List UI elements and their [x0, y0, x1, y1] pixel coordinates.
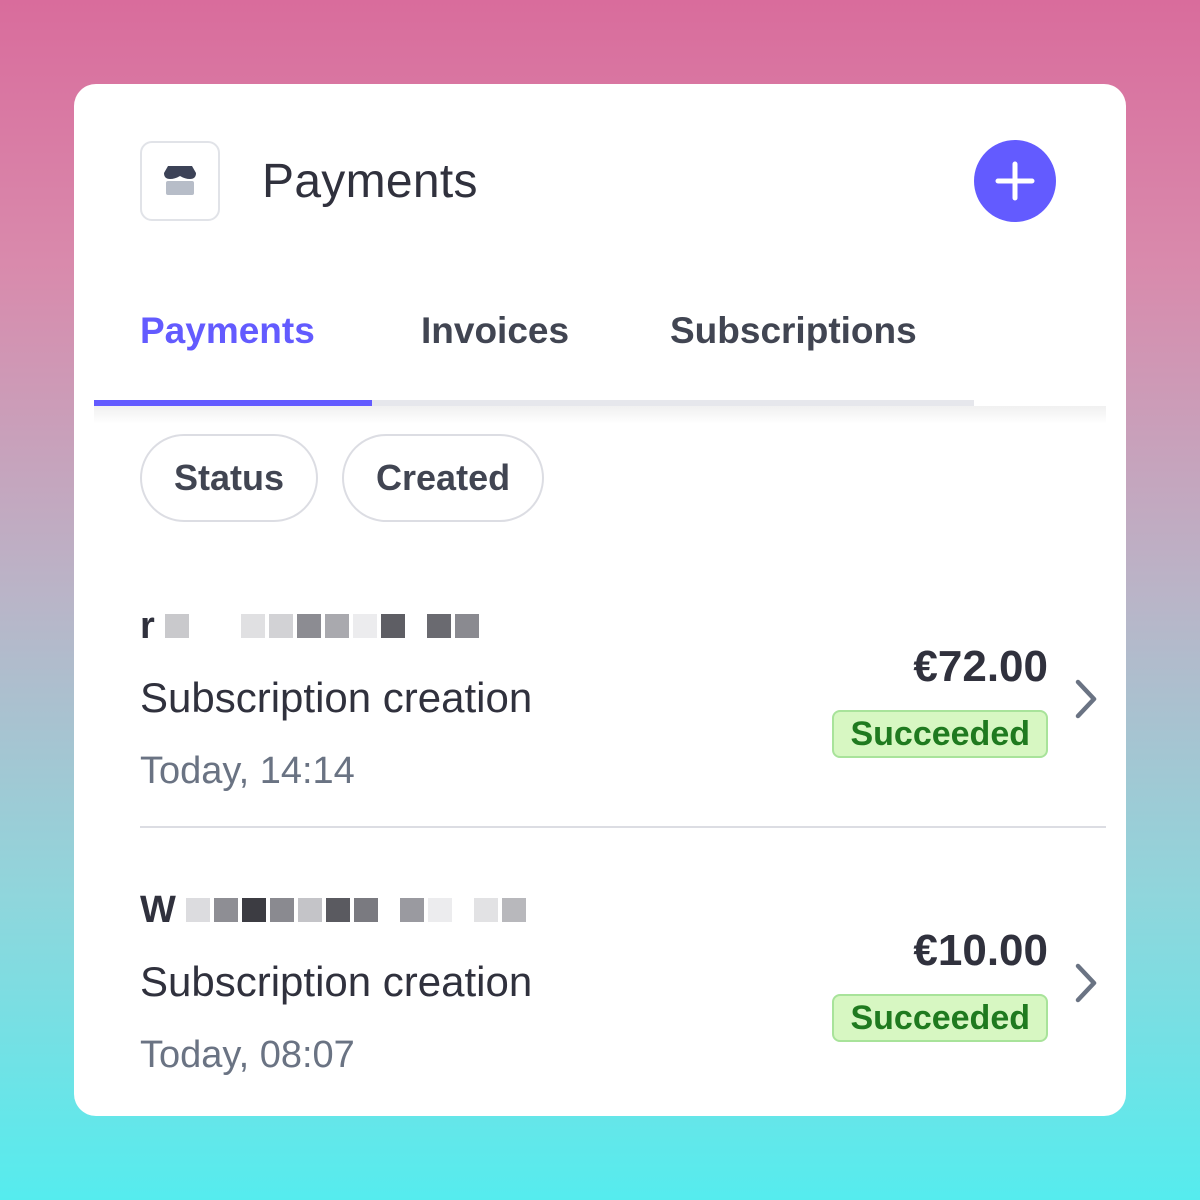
- status-filter-chip[interactable]: Status: [140, 434, 319, 522]
- redaction-pixel: [501, 898, 526, 922]
- payment-timestamp: Today, 08:07: [140, 1034, 355, 1076]
- store-icon[interactable]: [140, 141, 220, 221]
- chevron-right-icon[interactable]: [1066, 958, 1106, 1008]
- redaction-pixel: [454, 614, 479, 638]
- customer-name-redacted: W: [140, 884, 526, 936]
- redaction-pixel: [426, 614, 451, 638]
- status-badge: Succeeded: [832, 710, 1048, 758]
- redaction-pixel: [455, 898, 470, 922]
- tab-shadow: [94, 406, 1106, 424]
- redaction-pixel: [325, 898, 350, 922]
- redaction-pixel: [192, 614, 237, 638]
- add-button[interactable]: [974, 140, 1056, 222]
- redaction-pixel: [164, 614, 189, 638]
- customer-initial: W: [140, 888, 176, 931]
- redaction-pixel: [241, 898, 266, 922]
- payment-description: Subscription creation: [140, 958, 533, 1005]
- redaction-pixel: [427, 898, 452, 922]
- payment-row[interactable]: r Subscription creation Today, 14:14 €72…: [140, 592, 1106, 822]
- redaction-pixel: [399, 898, 424, 922]
- redaction-pixel: [297, 898, 322, 922]
- redaction-pixel: [408, 614, 423, 638]
- page-header: Payments: [140, 140, 1056, 222]
- payment-timestamp: Today, 14:14: [140, 750, 355, 792]
- redaction-pixel: [240, 614, 265, 638]
- redaction-pixel: [352, 614, 377, 638]
- tab-subscriptions[interactable]: Subscriptions: [670, 310, 917, 352]
- redaction-pixel: [324, 614, 349, 638]
- redaction-pixel: [269, 898, 294, 922]
- redaction-pixel: [353, 898, 378, 922]
- redaction-pixel: [380, 614, 405, 638]
- payment-description: Subscription creation: [140, 674, 533, 721]
- status-badge: Succeeded: [832, 994, 1048, 1042]
- filter-bar: Status Created: [140, 434, 545, 522]
- payments-card: Payments Payments Invoices Subscriptions…: [74, 84, 1126, 1116]
- redaction-pixel: [381, 898, 396, 922]
- store-icon-glyph: [164, 166, 196, 195]
- redaction-pixel: [185, 898, 210, 922]
- tab-bar: Payments Invoices Subscriptions: [94, 284, 1106, 424]
- payment-row[interactable]: W Subscription creation Today, 08:07 €10…: [140, 876, 1106, 1106]
- plus-icon: [995, 161, 1035, 201]
- redaction-pixel: [268, 614, 293, 638]
- redaction-pixel: [473, 898, 498, 922]
- created-filter-chip[interactable]: Created: [342, 434, 545, 522]
- page-title: Payments: [262, 154, 478, 208]
- payment-amount: €72.00: [913, 642, 1048, 691]
- redaction-pixel: [296, 614, 321, 638]
- customer-initial: r: [140, 604, 155, 647]
- tab-payments[interactable]: Payments: [140, 310, 315, 352]
- chevron-right-icon[interactable]: [1066, 674, 1106, 724]
- tab-invoices[interactable]: Invoices: [421, 310, 569, 352]
- redaction-pixel: [213, 898, 238, 922]
- customer-name-redacted: r: [140, 600, 479, 652]
- row-divider: [140, 826, 1106, 828]
- payment-amount: €10.00: [913, 926, 1048, 975]
